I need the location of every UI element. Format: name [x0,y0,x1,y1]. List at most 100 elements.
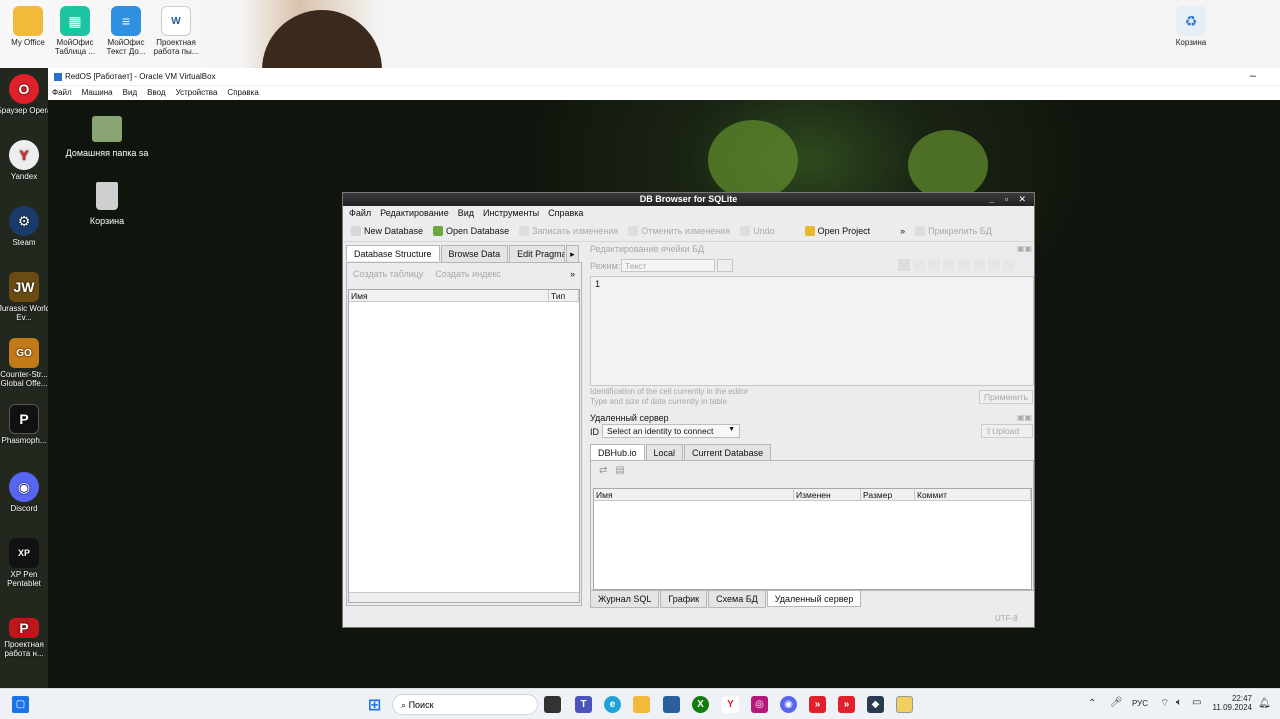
desktop-icon-myoffice-text[interactable]: ≡ МойОфис Текст До... [98,6,154,56]
clear-icon[interactable] [988,259,1000,271]
vm-menu-view[interactable]: Вид [123,88,137,98]
tab-db-schema[interactable]: Схема БД [708,591,766,608]
desktop-icon-recycle-bin[interactable]: ♻ Корзина [1163,6,1219,47]
revert-changes-button[interactable]: Отменить изменения [628,225,730,236]
app-menu-tools[interactable]: Инструменты [483,208,539,218]
app-menu-view[interactable]: Вид [458,208,474,218]
col-name[interactable]: Имя [349,290,549,301]
tray-chevron-icon[interactable]: ⌃ [1088,698,1096,709]
desktop-icon-opera[interactable]: O Браузер Opera [0,74,52,115]
col-remote-name[interactable]: Имя [594,489,794,500]
notifications-icon[interactable]: 🔔︎ [1258,698,1271,709]
desktop-icon-steam[interactable]: ⚙ Steam [0,206,52,247]
start-icon[interactable]: ⊞ [366,696,383,714]
desktop-icon-project-doc[interactable]: W Проектная работа пы... [148,6,204,56]
search-box[interactable]: ⌕ Поиск [392,694,538,715]
discord-taskbar-icon[interactable]: ◉ [780,696,797,713]
tab-local[interactable]: Local [645,444,684,461]
export-icon[interactable] [958,259,970,271]
yandex-taskbar-icon[interactable]: Y [722,696,739,713]
show-desktop-icon[interactable]: ▢ [12,696,29,713]
tab-current-database[interactable]: Current Database [684,444,772,461]
vm-menu-help[interactable]: Справка [227,88,258,98]
word-wrap-icon[interactable] [913,259,925,271]
new-database-button[interactable]: New Database [351,225,423,236]
tab-remote-server[interactable]: Удаленный сервер [766,591,862,607]
microphone-icon[interactable]: 🎤︎ [1110,697,1123,708]
desktop-icon-discord[interactable]: ◉ Discord [0,472,52,513]
store-icon[interactable] [663,696,680,713]
tab-scroll-right[interactable]: ▸ [566,245,579,263]
refresh-icon[interactable]: ⇄ [599,465,607,476]
desktop-icon-yandex[interactable]: Y Yandex [0,140,52,181]
desktop-icon-myoffice-table[interactable]: ▦ МойОфис Таблица ... [47,6,103,56]
tab-database-structure[interactable]: Database Structure [346,245,440,261]
app-titlebar[interactable]: DB Browser for SQLite _ ▫ ✕ [343,193,1034,206]
open-project-button[interactable]: Open Project [804,225,870,236]
tab-dbhub[interactable]: DBHub.io [590,444,645,460]
attach-db-button[interactable]: Прикрепить БД [915,225,992,236]
app-window-buttons[interactable]: _ ▫ ✕ [989,193,1030,206]
toolbar-more-button[interactable]: » [900,226,905,236]
task-view-icon[interactable] [544,696,561,713]
indent-icon[interactable] [928,259,940,271]
col-commit[interactable]: Коммит [915,489,1031,500]
text-mode-icon[interactable] [898,259,910,271]
desktop-icon-csgo[interactable]: GO Counter-Str... Global Offe... [0,338,52,388]
guest-icon-trash[interactable]: Корзина [62,182,152,226]
col-type[interactable]: Тип [549,290,579,301]
schema-tree[interactable]: Имя Тип [348,289,580,603]
edge-icon[interactable]: e [604,696,621,713]
col-size[interactable]: Размер [861,489,915,500]
wifi-icon[interactable]: ⌔ [1160,697,1169,710]
tab-sql-log[interactable]: Журнал SQL [590,591,660,608]
remote-dock-buttons[interactable]: ▣▣ [1017,413,1032,422]
app-menu-edit[interactable]: Редактирование [380,208,449,218]
explorer-icon[interactable] [633,696,650,713]
battery-icon[interactable]: ▭ [1192,697,1201,708]
mode-select[interactable]: Текст [621,259,715,272]
clone-icon[interactable]: ▤ [615,465,624,476]
guest-icon-home-folder[interactable]: Домашняя папка sa [62,116,152,158]
remote-list[interactable]: Имя Изменен Размер Коммит [593,488,1032,590]
vm-menu-file[interactable]: Файл [52,88,72,98]
teams-icon[interactable]: T [575,696,592,713]
anydesk-icon[interactable]: » [809,696,826,713]
left-toolbar-more-button[interactable]: » [570,269,575,279]
desktop-icon-jurassic[interactable]: JW Jurassic World Ev... [0,272,52,322]
set-null-icon[interactable] [973,259,985,271]
app-menu-help[interactable]: Справка [548,208,583,218]
auto-switch-button[interactable] [717,259,733,272]
anydesk-2-icon[interactable]: » [838,696,855,713]
tab-edit-pragma[interactable]: Edit Pragma [509,245,566,263]
undo-button[interactable]: Undo [740,225,775,236]
create-table-button[interactable]: Создать таблицу [353,269,423,279]
sticky-notes-icon[interactable] [896,696,913,713]
schema-tree-hscrollbar[interactable] [349,592,579,602]
vm-menu-machine[interactable]: Машина [82,88,113,98]
identity-select[interactable]: Select an identity to connect ▼ [602,424,740,438]
language-indicator[interactable]: РУС [1132,699,1148,708]
xbox-icon[interactable]: X [692,696,709,713]
vm-window-titlebar[interactable]: RedOS [Работает] - Oracle VM VirtualBox … [48,68,1280,86]
print-icon[interactable] [1003,259,1015,271]
cell-editor[interactable]: 1 [590,276,1034,386]
vm-minimize-button[interactable]: – [1250,70,1256,82]
desktop-icon-xppen[interactable]: XP XP Pen Pentablet [0,538,52,588]
app-taskbar-icon[interactable]: ◎ [751,696,768,713]
apply-button[interactable]: Применить [979,390,1033,404]
tab-plot[interactable]: График [660,591,708,608]
vm-menu-devices[interactable]: Устройства [176,88,218,98]
app-menu-file[interactable]: Файл [349,208,371,218]
desktop-icon-project-pdf[interactable]: P Проектная работа н... [0,618,52,658]
col-modified[interactable]: Изменен [794,489,861,500]
volume-icon[interactable]: 🔈︎ [1176,697,1182,708]
edit-cell-dock-buttons[interactable]: ▣▣ [1017,244,1032,253]
tab-browse-data[interactable]: Browse Data [440,245,509,263]
upload-button[interactable]: ⇪Upload [981,424,1033,438]
clock[interactable]: 22:47 11.09.2024 [1212,694,1252,712]
desktop-icon-phasmophobia[interactable]: P Phasmoph... [0,404,52,445]
vm-menu-input[interactable]: Ввод [147,88,165,98]
create-index-button[interactable]: Создать индекс [435,269,501,279]
import-icon[interactable] [943,259,955,271]
